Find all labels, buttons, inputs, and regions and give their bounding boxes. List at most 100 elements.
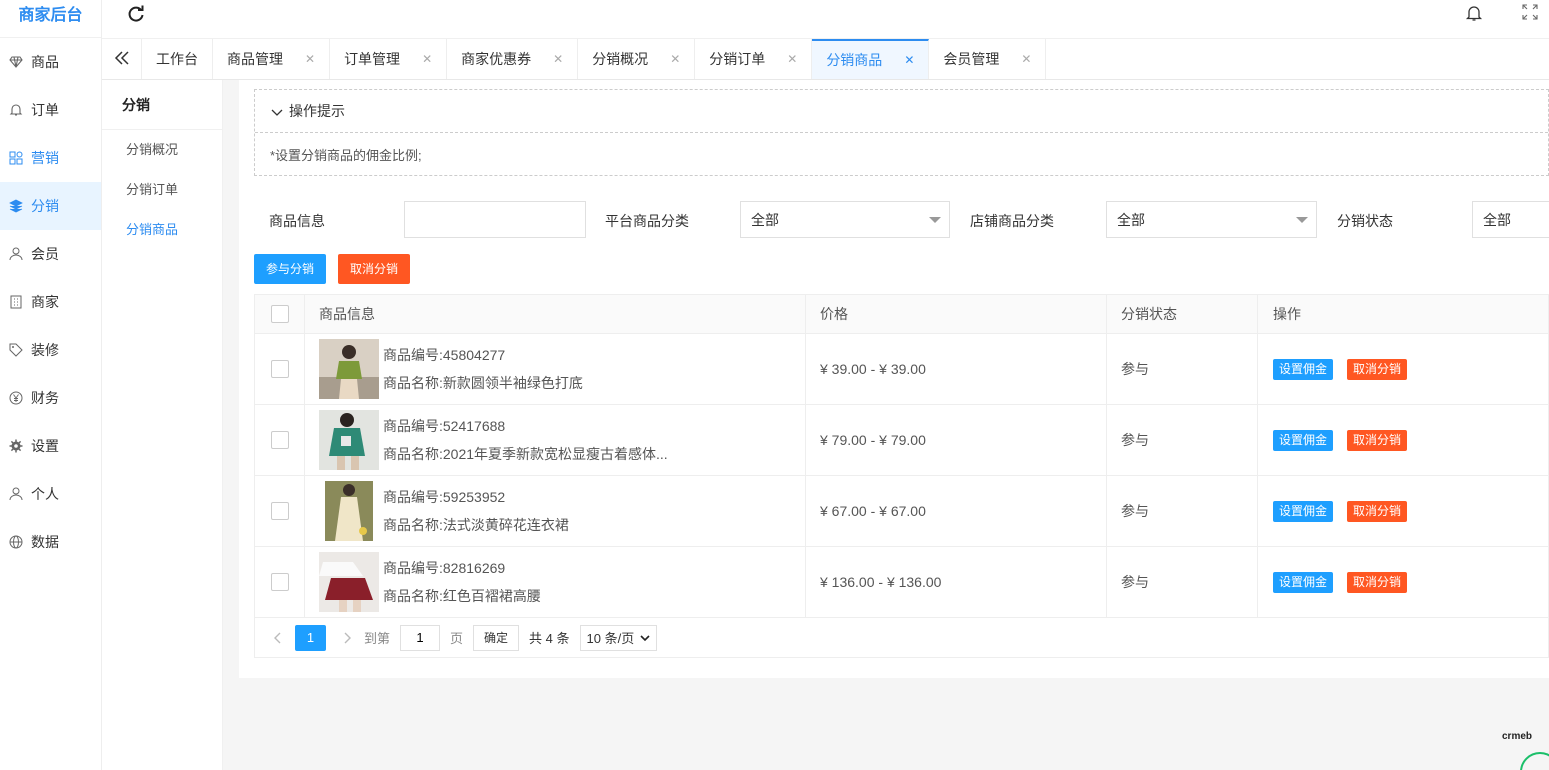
refresh-icon[interactable] [126,4,148,26]
floating-circle-button[interactable] [1520,752,1549,770]
tips-body: *设置分销商品的佣金比例; [270,147,422,163]
chevron-down-icon [640,630,650,645]
prev-page-icon[interactable] [271,631,285,645]
row-checkbox[interactable] [270,502,289,520]
product-code: 商品编号:45804277 [383,347,506,363]
close-icon[interactable]: ✕ [305,52,315,66]
product-name: 商品名称:红色百褶裙高腰 [383,588,541,604]
sidebar-item-merchant[interactable]: 商家 [0,278,101,326]
product-info-label: 商品信息 [269,213,325,229]
row-checkbox[interactable] [270,360,289,378]
submenu: 分销 分销概况 分销订单 分销商品 [102,80,223,770]
close-icon[interactable]: ✕ [422,52,432,66]
operation-tips: 操作提示 *设置分销商品的佣金比例; [254,89,1549,176]
close-icon[interactable]: ✕ [787,52,797,66]
table-row: 商品编号:59253952 商品名称:法式淡黄碎花连衣裙 ¥ 67.00 - ¥… [255,476,1548,547]
product-info-input[interactable] [404,201,586,238]
shop-category-select[interactable]: 全部 [1106,201,1317,238]
bell-icon [8,102,24,118]
product-thumbnail[interactable] [319,339,379,399]
tips-toggle[interactable]: 操作提示 [255,90,1548,133]
submenu-item-goods[interactable]: 分销商品 [102,210,222,250]
tab-goods-management[interactable]: 商品管理 ✕ [213,39,331,79]
select-all-checkbox[interactable] [270,305,289,323]
status-label: 分销状态 [1337,213,1393,229]
fullscreen-icon[interactable] [1522,4,1538,20]
platform-category-select[interactable]: 全部 [740,201,950,238]
set-commission-button[interactable]: 设置佣金 [1273,571,1334,593]
sidebar-item-label: 商品 [31,54,59,70]
tab-distribution-orders[interactable]: 分销订单 ✕ [695,39,813,79]
tab-merchant-coupons[interactable]: 商家优惠券 ✕ [447,39,579,79]
sidebar-item-label: 商家 [31,294,59,310]
row-checkbox[interactable] [270,573,289,591]
goto-page-input[interactable] [400,624,441,651]
product-price: ¥ 79.00 - ¥ 79.00 [806,405,1107,475]
sidebar-item-label: 装修 [31,342,59,358]
total-count: 共 4 条 [529,631,570,646]
sidebar-item-data[interactable]: 数据 [0,518,101,566]
set-commission-button[interactable]: 设置佣金 [1273,429,1334,451]
goods-table: 商品信息 价格 分销状态 操作 商品编号:45804277 商品名称:新款圆领半… [254,294,1549,618]
close-icon[interactable]: ✕ [904,53,914,67]
tab-member-management[interactable]: 会员管理 ✕ [929,39,1047,79]
tab-label: 分销商品 [826,52,883,68]
sidebar-item-finance[interactable]: 财务 [0,374,101,422]
sidebar-item-members[interactable]: 会员 [0,230,101,278]
page-size-select[interactable]: 10 条/页 [579,624,658,651]
product-status: 参与 [1107,405,1258,475]
page-unit-label: 页 [450,631,464,646]
select-value: 全部 [1117,211,1145,228]
product-name: 商品名称:法式淡黄碎花连衣裙 [383,517,569,533]
diamond-icon [8,54,24,70]
tab-workbench[interactable]: 工作台 [142,39,213,79]
yen-icon [8,390,24,406]
goto-confirm-button[interactable]: 确定 [473,624,520,651]
sidebar-item-decoration[interactable]: 装修 [0,326,101,374]
submenu-item-overview[interactable]: 分销概况 [102,130,222,170]
sidebar-item-distribution[interactable]: 分销 [0,182,101,230]
sidebar-item-label: 设置 [31,438,59,454]
set-commission-button[interactable]: 设置佣金 [1273,500,1334,522]
sidebar-item-goods[interactable]: 商品 [0,38,101,86]
sidebar-item-settings[interactable]: 设置 [0,422,101,470]
product-thumbnail[interactable] [319,481,379,541]
tabs-bar: 工作台 商品管理 ✕ 订单管理 ✕ 商家优惠券 ✕ 分销概况 ✕ 分销订单 ✕ … [102,39,1549,80]
sidebar-item-orders[interactable]: 订单 [0,86,101,134]
submenu-item-orders[interactable]: 分销订单 [102,170,222,210]
tab-order-management[interactable]: 订单管理 ✕ [330,39,448,79]
sidebar-item-label: 分销 [31,198,59,214]
row-cancel-distribution-button[interactable]: 取消分销 [1347,571,1408,593]
product-status: 参与 [1107,476,1258,546]
product-thumbnail[interactable] [319,552,379,612]
product-code: 商品编号:59253952 [383,489,506,505]
select-value: 全部 [751,211,779,228]
sidebar-item-personal[interactable]: 个人 [0,470,101,518]
close-icon[interactable]: ✕ [1021,52,1031,66]
status-select[interactable]: 全部 [1472,201,1549,238]
app-logo[interactable]: 商家后台 [0,0,101,38]
row-checkbox[interactable] [270,431,289,449]
page-number-1[interactable]: 1 [295,624,326,651]
sidebar-item-marketing[interactable]: 营销 [0,134,101,182]
chevron-down-icon [271,105,283,117]
product-thumbnail[interactable] [319,410,379,470]
set-commission-button[interactable]: 设置佣金 [1273,358,1334,380]
close-icon[interactable]: ✕ [670,52,680,66]
cancel-distribution-button[interactable]: 取消分销 [338,254,411,284]
tab-distribution-goods[interactable]: 分销商品 ✕ [812,39,930,79]
tab-distribution-overview[interactable]: 分销概况 ✕ [578,39,696,79]
close-icon[interactable]: ✕ [553,52,563,66]
row-cancel-distribution-button[interactable]: 取消分销 [1347,500,1408,522]
table-row: 商品编号:82816269 商品名称:红色百褶裙高腰 ¥ 136.00 - ¥ … [255,547,1548,618]
gear-icon [8,438,24,454]
join-distribution-button[interactable]: 参与分销 [254,254,327,284]
next-page-icon[interactable] [340,631,354,645]
tab-label: 分销订单 [709,51,766,67]
row-cancel-distribution-button[interactable]: 取消分销 [1347,358,1408,380]
row-cancel-distribution-button[interactable]: 取消分销 [1347,429,1408,451]
bell-icon[interactable] [1465,4,1483,22]
select-value: 全部 [1483,211,1511,228]
collapse-tabs-button[interactable] [102,39,142,79]
tab-label: 分销概况 [592,51,649,67]
